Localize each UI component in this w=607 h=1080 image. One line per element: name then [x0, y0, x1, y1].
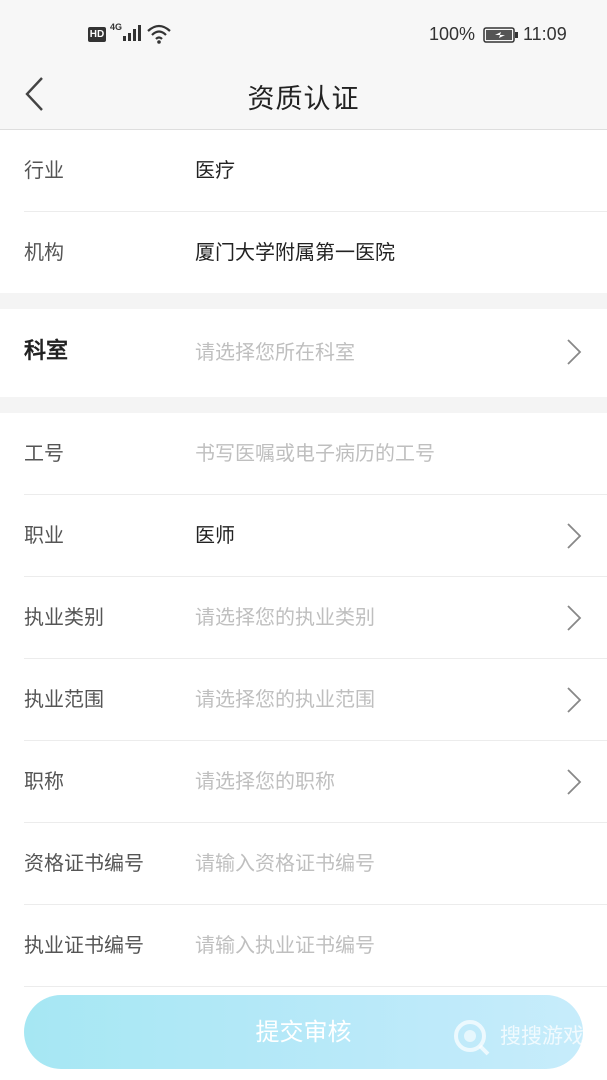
status-bar: HD 4G 100% 11:09	[0, 0, 607, 62]
occupation-row[interactable]: 职业 医师	[24, 495, 607, 577]
title-rank-placeholder: 请选择您的职称	[195, 769, 335, 793]
section-divider	[0, 397, 607, 413]
department-label: 科室	[24, 339, 69, 364]
battery-icon	[483, 27, 518, 43]
institution-value: 厦门大学附属第一医院	[195, 240, 395, 264]
watermark-logo-icon	[454, 1020, 490, 1056]
watermark-text: 搜搜游戏	[500, 1024, 584, 1048]
practice-category-placeholder: 请选择您的执业类别	[195, 605, 375, 629]
qualification-no-row[interactable]: 资格证书编号 请输入资格证书编号	[24, 823, 607, 905]
occupation-label: 职业	[24, 523, 64, 547]
battery-percent: 100%	[429, 24, 476, 44]
navigation-bar: 资质认证	[0, 62, 607, 130]
chevron-right-icon	[567, 523, 582, 549]
qualification-no-input[interactable]: 请输入资格证书编号	[195, 823, 375, 904]
industry-label: 行业	[24, 158, 64, 182]
chevron-right-icon	[567, 687, 582, 713]
institution-row: 机构 厦门大学附属第一医院	[24, 212, 607, 293]
credentials-section: 工号 书写医嘱或电子病历的工号 职业 医师 执业类别 请选择您的执业类别 执业范…	[0, 413, 607, 987]
department-row[interactable]: 科室 请选择您所在科室	[24, 309, 607, 395]
wifi-icon	[147, 24, 171, 44]
qualification-no-label: 资格证书编号	[24, 851, 144, 875]
practice-license-no-input[interactable]: 请输入执业证书编号	[195, 905, 375, 986]
industry-row: 行业 医疗	[24, 130, 607, 212]
chevron-right-icon	[567, 605, 582, 631]
department-placeholder: 请选择您所在科室	[195, 340, 355, 364]
network-type: 4G	[110, 22, 123, 32]
occupation-value: 医师	[195, 523, 235, 547]
practice-category-label: 执业类别	[24, 605, 104, 629]
hd-badge: HD	[88, 27, 106, 42]
department-section: 科室 请选择您所在科室	[0, 309, 607, 395]
practice-scope-placeholder: 请选择您的执业范围	[195, 687, 375, 711]
employee-id-input[interactable]: 书写医嘱或电子病历的工号	[195, 413, 435, 494]
title-rank-label: 职称	[24, 769, 64, 793]
signal-icon	[123, 25, 141, 41]
industry-value: 医疗	[195, 158, 235, 182]
practice-scope-label: 执业范围	[24, 687, 104, 711]
title-rank-row[interactable]: 职称 请选择您的职称	[24, 741, 607, 823]
practice-license-no-label: 执业证书编号	[24, 933, 144, 957]
practice-category-row[interactable]: 执业类别 请选择您的执业类别	[24, 577, 607, 659]
institution-label: 机构	[24, 240, 64, 264]
chevron-right-icon	[567, 769, 582, 795]
employee-id-label: 工号	[24, 441, 64, 465]
clock: 11:09	[523, 24, 567, 44]
practice-license-no-row[interactable]: 执业证书编号 请输入执业证书编号	[24, 905, 607, 987]
page-title: 资质认证	[247, 84, 360, 115]
chevron-right-icon	[567, 339, 582, 365]
employee-id-row[interactable]: 工号 书写医嘱或电子病历的工号	[24, 413, 607, 495]
practice-scope-row[interactable]: 执业范围 请选择您的执业范围	[24, 659, 607, 741]
org-section: 行业 医疗 机构 厦门大学附属第一医院	[0, 130, 607, 293]
watermark: 搜搜游戏	[452, 1018, 592, 1056]
section-divider	[0, 293, 607, 309]
